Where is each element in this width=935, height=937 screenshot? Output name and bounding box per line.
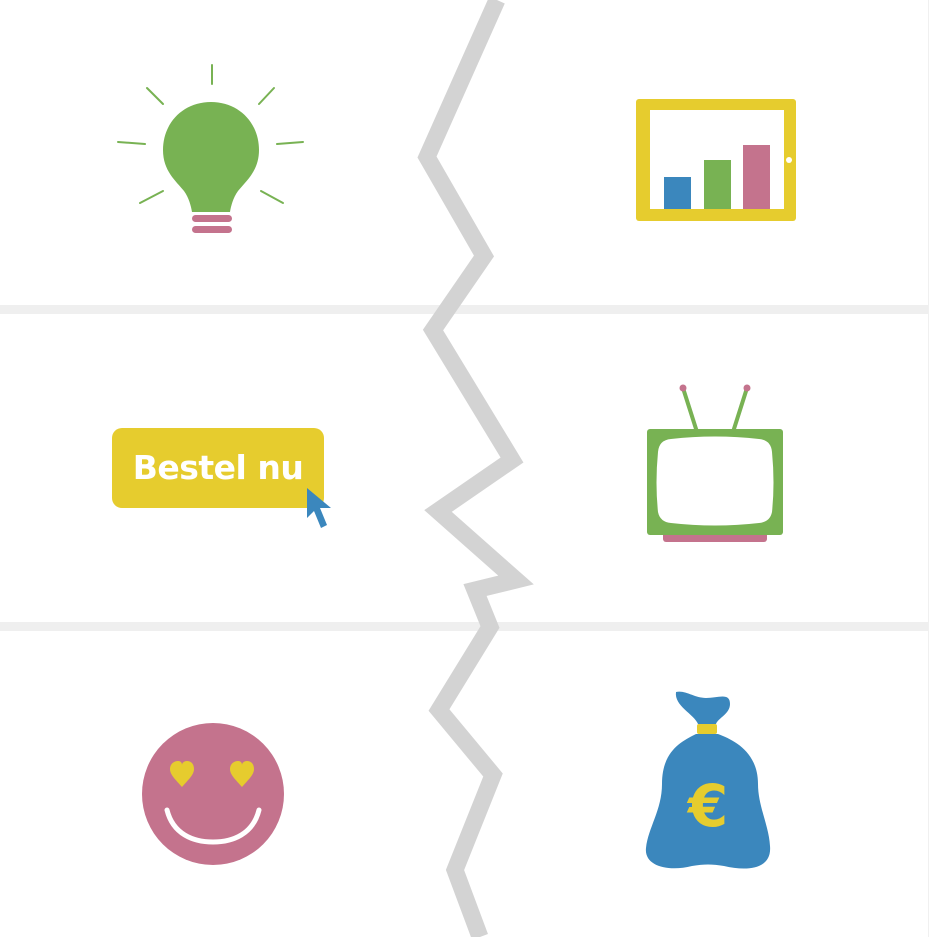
heart-eyes-smiley-icon — [142, 723, 284, 865]
order-button[interactable]: Bestel nu — [112, 428, 324, 508]
lightbulb-icon — [117, 64, 304, 233]
infographic-page: Bestel nu € — [0, 0, 935, 937]
mouse-pointer-icon — [307, 488, 331, 528]
row-divider — [0, 305, 928, 314]
row-divider — [0, 622, 928, 631]
euro-symbol: € — [686, 772, 728, 840]
right-edge — [928, 0, 935, 937]
euro-money-bag-icon: € — [645, 691, 771, 869]
order-button-label: Bestel nu — [132, 447, 304, 487]
television-icon — [647, 384, 783, 542]
bar-chart-tablet-icon — [636, 99, 796, 221]
